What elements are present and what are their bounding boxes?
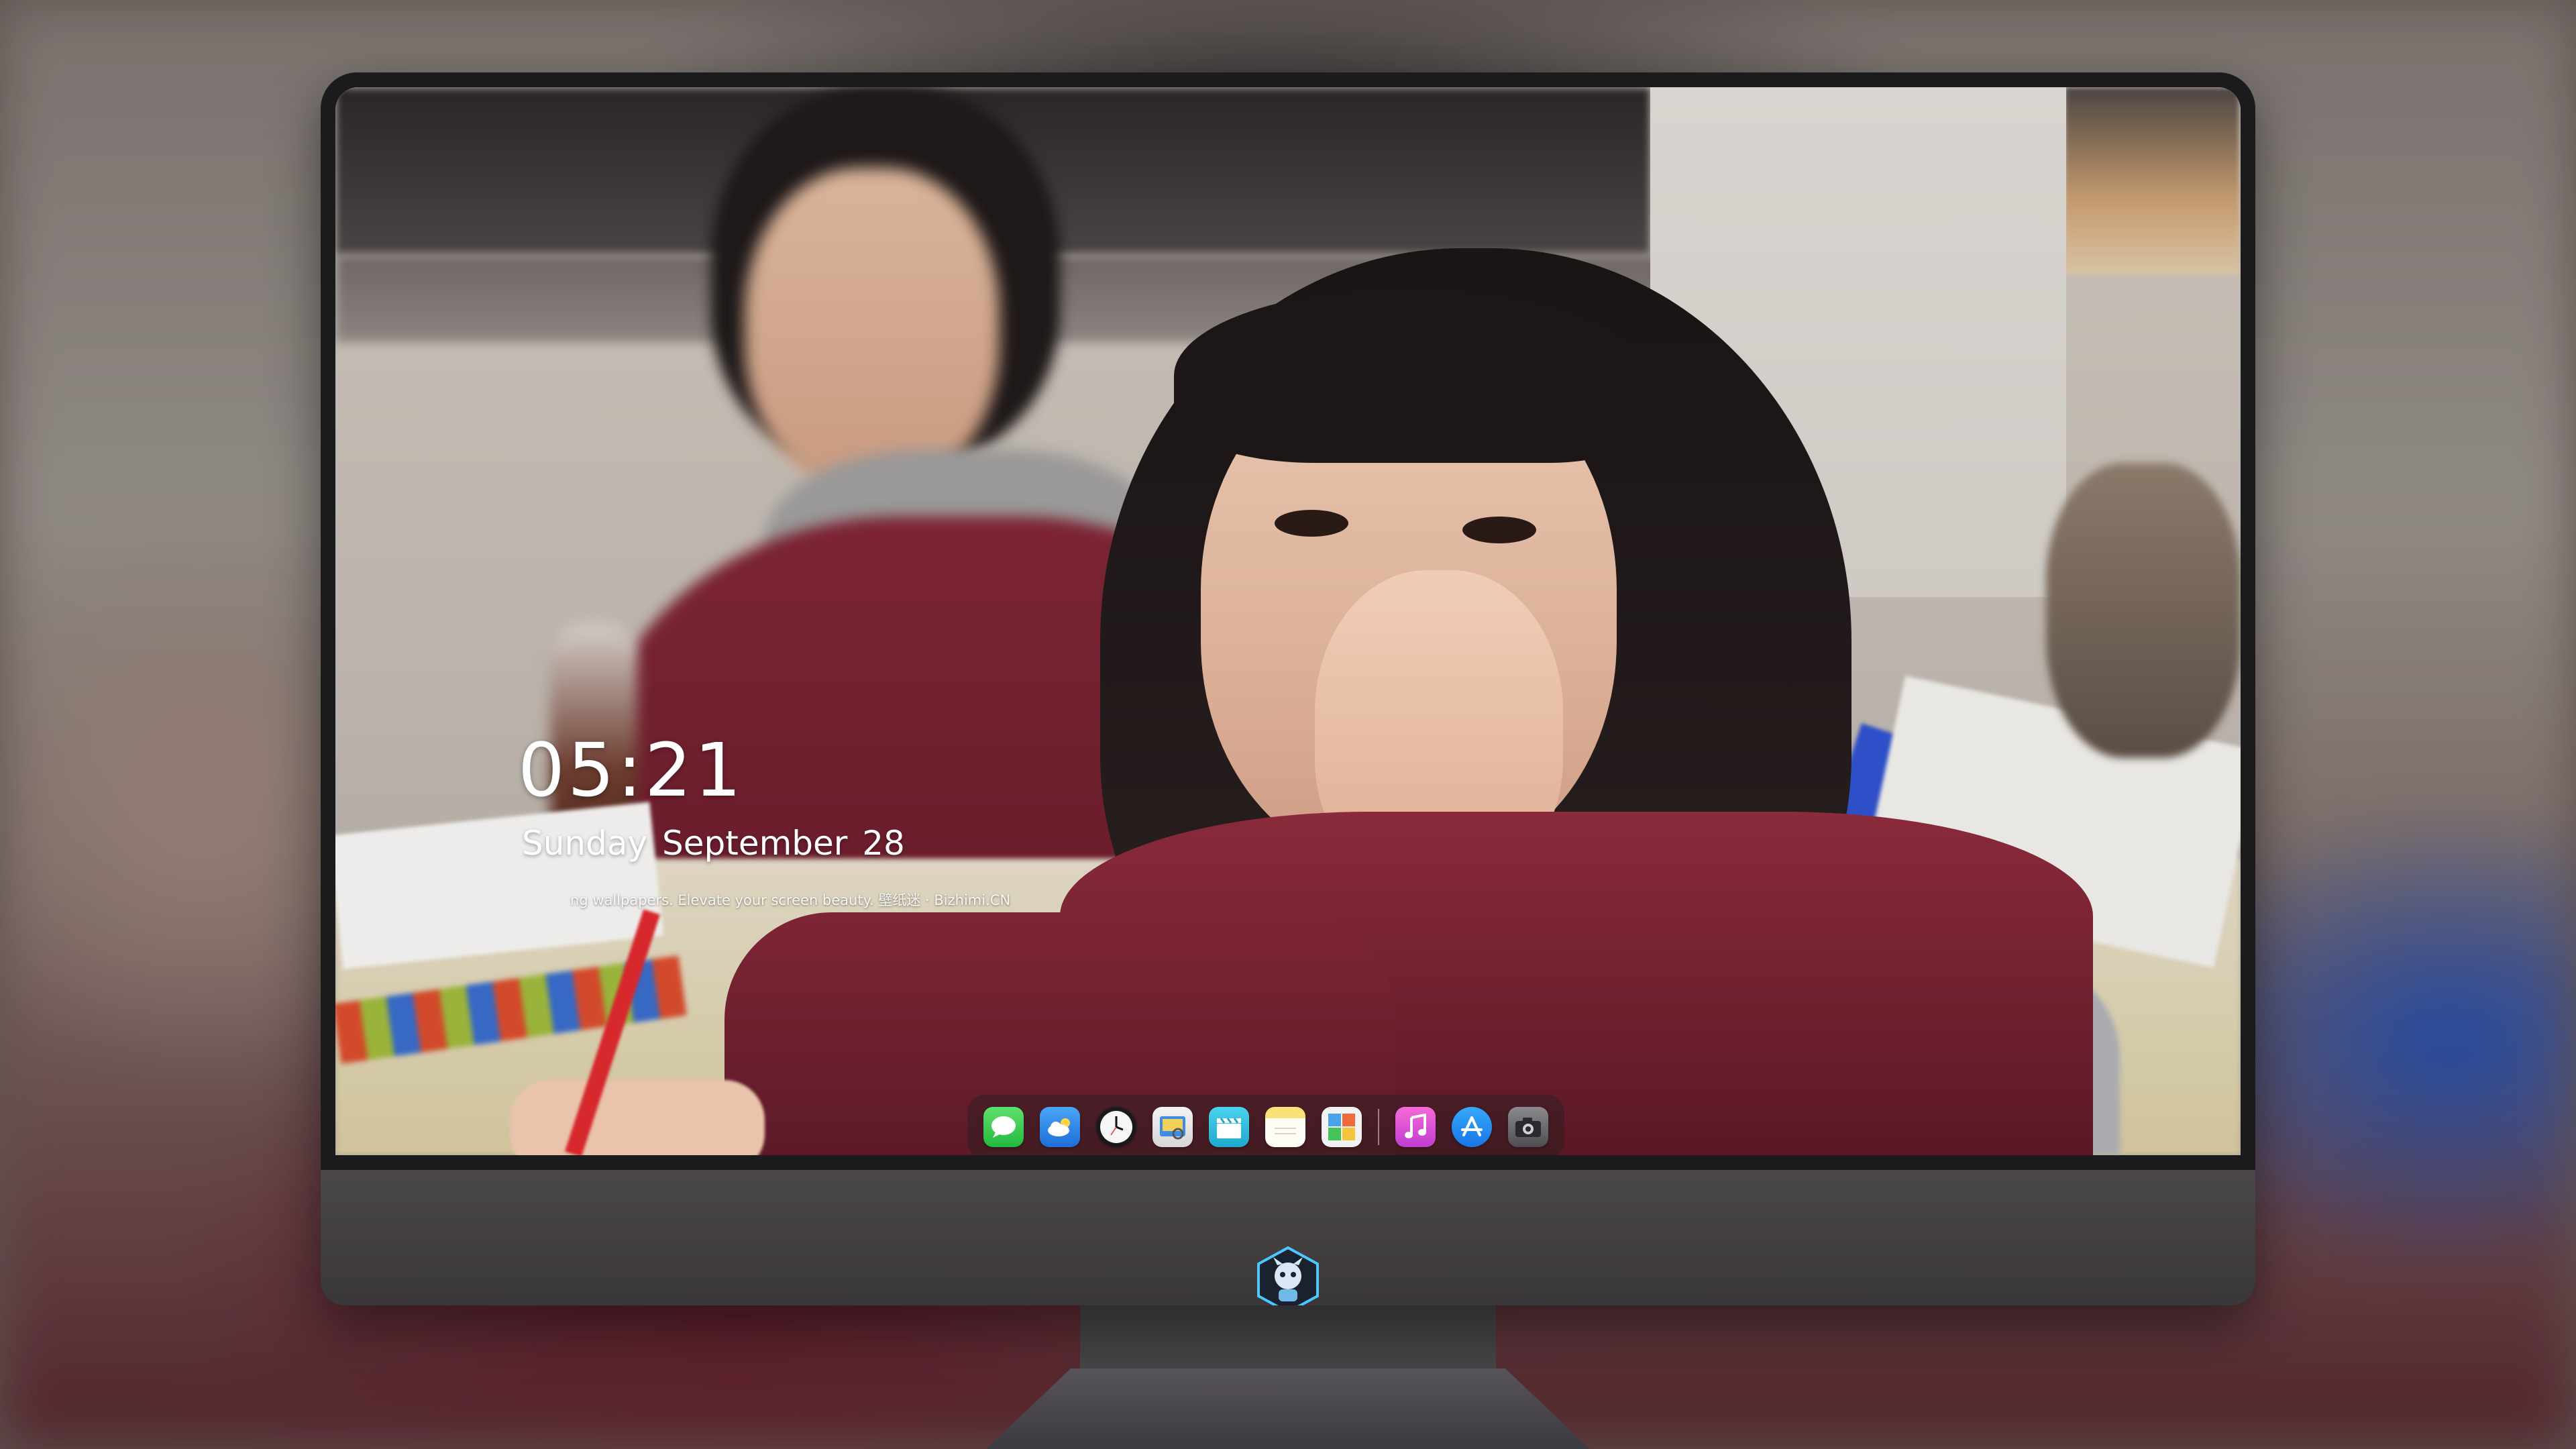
app-store-app-icon[interactable] [1452, 1107, 1492, 1147]
camera-app-icon[interactable] [1508, 1107, 1548, 1147]
lock-screen-date: Sunday September 28 [522, 824, 905, 863]
wallpaper-tagline: ng wallpapers. Elevate your screen beaut… [570, 892, 1011, 908]
clapperboard-icon [1217, 1118, 1241, 1138]
cloud-icon [1048, 1118, 1070, 1136]
messages-app-icon[interactable] [983, 1107, 1024, 1147]
wallpaper-student-eye-left [1275, 510, 1348, 537]
dock [967, 1095, 1564, 1155]
photo-viewer-icon [1160, 1116, 1185, 1140]
camera-icon [1515, 1118, 1541, 1137]
notes-icon [1275, 1128, 1296, 1134]
dock-separator [1378, 1109, 1379, 1145]
music-note-icon [1405, 1114, 1426, 1138]
app-store-icon [1461, 1116, 1483, 1136]
monitor: 05:21 Sunday September 28 ng wallpapers.… [321, 72, 2255, 1314]
clock-app-icon[interactable] [1096, 1107, 1136, 1147]
clips-app-icon[interactable] [1209, 1107, 1249, 1147]
message-bubble-icon [991, 1116, 1016, 1138]
monitor-stand-base [986, 1368, 1590, 1449]
wallpaper [335, 87, 2241, 1155]
notes-app-icon[interactable] [1265, 1107, 1305, 1147]
brand-logo-icon [1257, 1246, 1319, 1314]
photo-booth-app-icon[interactable] [1322, 1107, 1362, 1147]
music-app-icon[interactable] [1395, 1107, 1436, 1147]
wallpaper-writing-hand [510, 1080, 765, 1155]
wallpaper-window [2065, 87, 2239, 275]
weather-app-icon[interactable] [1040, 1107, 1080, 1147]
monitor-stand-neck [1080, 1305, 1496, 1373]
lock-screen-time: 05:21 [518, 727, 745, 813]
clock-icon [1100, 1111, 1132, 1143]
wallpaper-backpack [2046, 463, 2241, 758]
wallpaper-student-eye-right [1462, 517, 1536, 543]
photo-grid-icon [1328, 1114, 1355, 1140]
wallpaper-student-bangs [1174, 288, 1644, 463]
wallpaper-student-back-face [745, 168, 1000, 490]
preview-app-icon[interactable] [1152, 1107, 1193, 1147]
lock-screen: 05:21 Sunday September 28 ng wallpapers.… [335, 87, 2241, 1155]
